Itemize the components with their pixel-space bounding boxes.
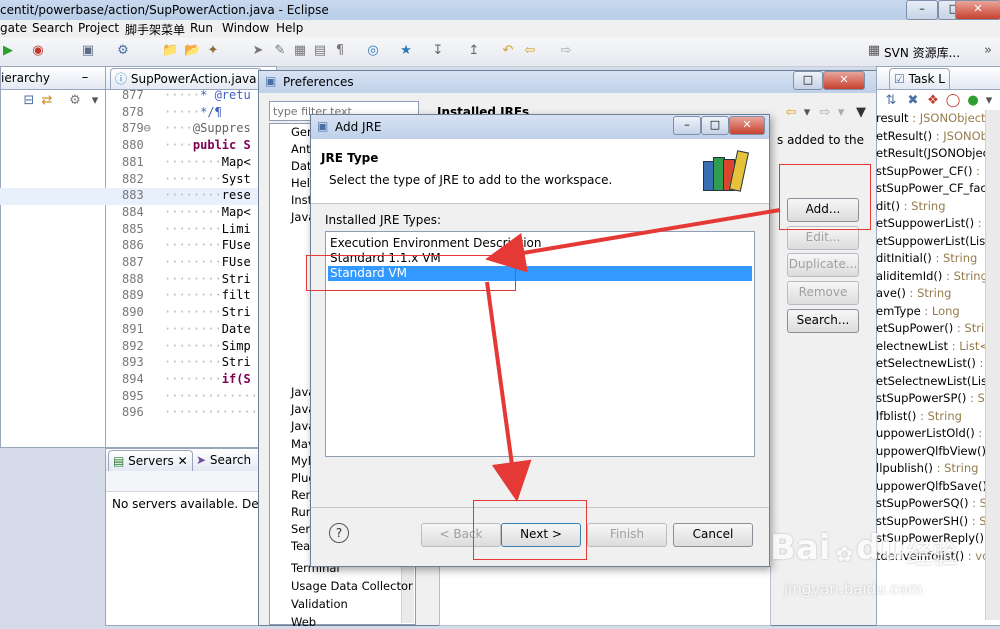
baidu-watermark: Bai ✿ du 经验 jingyan.baidu.com [770,528,990,618]
watermark-url: jingyan.baidu.com [784,580,923,598]
arrow-vm-to-next [485,281,532,502]
watermark-brand2: du [856,528,905,568]
watermark-cn: 经验 [906,540,959,570]
watermark-brand: Bai [770,528,831,568]
paw-icon: ✿ [836,542,853,566]
arrow-add-to-vm [485,208,781,273]
